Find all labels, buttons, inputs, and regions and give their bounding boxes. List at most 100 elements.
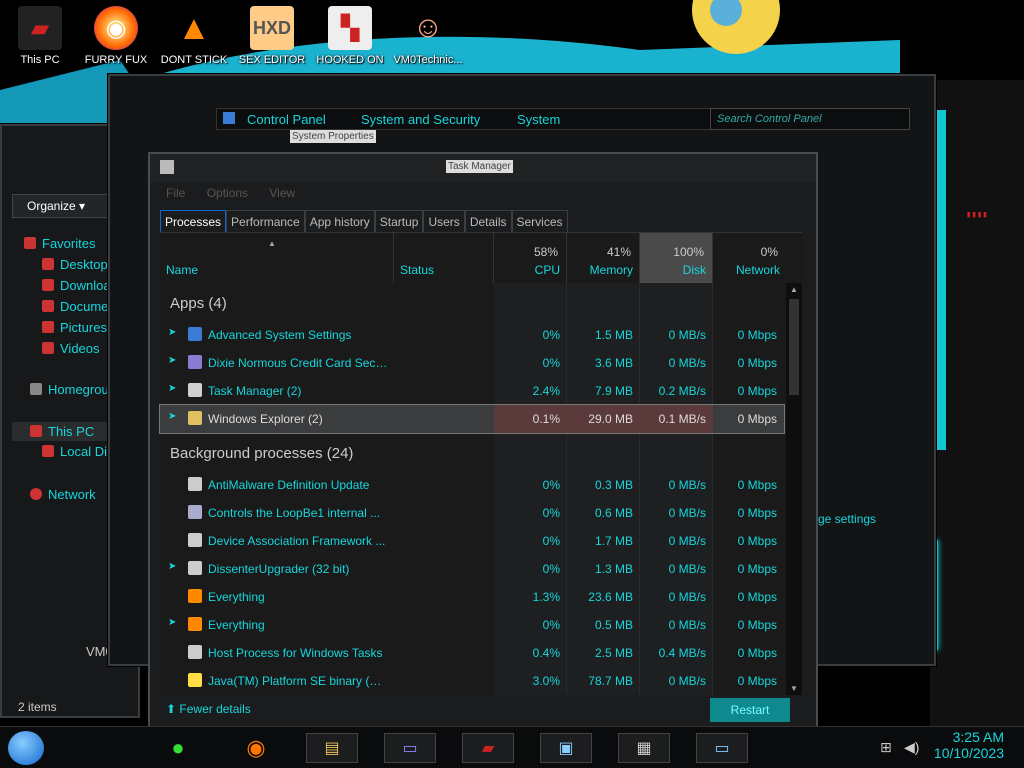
process-name: Advanced System Settings: [208, 328, 352, 342]
crumb-system[interactable]: System: [517, 112, 560, 127]
taskbar-app-settings[interactable]: ▣: [540, 733, 592, 763]
nav-network[interactable]: Network: [30, 487, 96, 502]
table-row[interactable]: ➤ Everything 0% 0.5 MB 0 MB/s 0 Mbps: [160, 611, 784, 639]
col-header-disk[interactable]: 100% Disk: [640, 233, 713, 283]
process-network: 0 Mbps: [737, 506, 777, 520]
process-network: 0 Mbps: [737, 356, 777, 370]
clock[interactable]: 3:25 AM 10/10/2023: [934, 729, 1004, 761]
process-network: 0 Mbps: [737, 478, 777, 492]
search-input[interactable]: Search Control Panel: [710, 108, 910, 130]
col-header-name[interactable]: ▲ Name: [160, 233, 394, 283]
table-row[interactable]: Java(TM) Platform SE binary (32... 3.0% 78…: [160, 667, 784, 695]
process-network: 0 Mbps: [737, 646, 777, 660]
desktop-icon-hooked-on[interactable]: ▚ HOOKED ON: [310, 6, 390, 66]
picture-icon: [42, 321, 54, 333]
menu-options[interactable]: Options: [207, 186, 248, 200]
expand-chevron-icon[interactable]: ➤: [168, 617, 176, 628]
process-disk: 0 MB/s: [668, 590, 706, 604]
col-header-memory[interactable]: 41% Memory: [567, 233, 640, 283]
table-row[interactable]: Host Process for Windows Tasks 0.4% 2.5 MB…: [160, 639, 784, 667]
process-name: Everything: [208, 618, 265, 632]
table-row[interactable]: ➤ Dixie Normous Credit Card Secu... 0% 3.6 …: [160, 349, 784, 377]
menu-file[interactable]: File: [166, 186, 185, 200]
sort-arrow-icon: ▲: [268, 239, 276, 248]
process-memory: 7.9 MB: [594, 384, 633, 398]
desktop-icon-vm0technic[interactable]: ☺ VM0Technic...: [388, 6, 468, 66]
system-icon: [223, 112, 235, 124]
taskbar-app-card[interactable]: ▭: [384, 733, 436, 763]
nav-pictures[interactable]: Pictures: [42, 320, 107, 335]
tab-performance[interactable]: Performance: [226, 210, 305, 232]
fewer-details-button[interactable]: ⬆ Fewer details: [166, 702, 251, 716]
start-button[interactable]: [8, 731, 44, 765]
table-row[interactable]: Everything 1.3% 23.6 MB 0 MB/s 0 Mbps: [160, 583, 784, 611]
deco-readout: ▮▮▮▮: [966, 210, 988, 220]
nav-favorites[interactable]: Favorites: [24, 236, 95, 251]
vertical-scrollbar[interactable]: ▲ ▼: [786, 283, 802, 695]
restart-button[interactable]: Restart: [710, 698, 790, 722]
table-row[interactable]: ➤ Advanced System Settings 0% 1.5 MB 0 MB/s 0…: [160, 321, 784, 349]
desktop-icon-furry-fux[interactable]: ◉ FURRY FUX: [76, 6, 156, 66]
nav-this-pc[interactable]: This PC: [12, 422, 112, 441]
background-group-header: Background processes (24): [170, 445, 354, 462]
crumb-control-panel[interactable]: Control Panel: [247, 112, 326, 127]
table-row[interactable]: ➤ Windows Explorer (2) 0.1% 29.0 MB 0.1 MB/s…: [159, 404, 785, 434]
apps-group-header: Apps (4): [170, 295, 227, 312]
table-row[interactable]: AntiMalware Definition Update 0% 0.3 MB 0 M…: [160, 471, 784, 499]
taskbar-app-red[interactable]: ▰: [462, 733, 514, 763]
taskbar-app-task-manager[interactable]: ▦: [618, 733, 670, 763]
system-properties-title: System Properties: [290, 130, 376, 143]
col-header-status[interactable]: Status: [394, 233, 494, 283]
scroll-thumb[interactable]: [789, 299, 799, 395]
document-icon: [42, 300, 54, 312]
taskbar-app-explorer[interactable]: ▤: [306, 733, 358, 763]
process-memory: 3.6 MB: [594, 356, 633, 370]
taskbar-app-window[interactable]: ▭: [696, 733, 748, 763]
video-icon: [42, 342, 54, 354]
process-disk: 0 MB/s: [668, 506, 706, 520]
expand-chevron-icon[interactable]: ➤: [168, 561, 176, 572]
process-icon: [188, 561, 202, 575]
expand-chevron-icon[interactable]: ➤: [168, 383, 176, 394]
process-disk: 0 MB/s: [668, 618, 706, 632]
desktop-icon-this-pc[interactable]: ▰ This PC: [0, 6, 80, 66]
tab-services[interactable]: Services: [511, 210, 568, 232]
volume-icon[interactable]: ◀): [904, 739, 919, 756]
network-tray-icon[interactable]: ⊞: [880, 739, 892, 756]
tab-startup[interactable]: Startup: [374, 210, 424, 232]
chat-icon: ●: [171, 735, 185, 760]
firefox-icon: ◉: [246, 735, 266, 760]
process-icon: [188, 327, 202, 341]
task-manager-titlebar[interactable]: Task Manager: [150, 154, 816, 182]
process-name: Host Process for Windows Tasks: [208, 646, 383, 660]
nav-videos[interactable]: Videos: [42, 341, 100, 356]
table-row[interactable]: Controls the LoopBe1 internal ... 0% 0.6 M…: [160, 499, 784, 527]
expand-chevron-icon[interactable]: ➤: [168, 411, 176, 422]
col-header-network[interactable]: 0% Network: [713, 233, 786, 283]
table-row[interactable]: Device Association Framework ... 0% 1.7 MB…: [160, 527, 784, 555]
process-name: Java(TM) Platform SE binary (32...: [208, 674, 388, 688]
desktop-icon-dont-stick[interactable]: ▲ DONT STICK: [154, 6, 234, 67]
process-cpu: 0%: [542, 562, 560, 576]
table-row[interactable]: ➤ Task Manager (2) 2.4% 7.9 MB 0.2 MB/s 0 Mbp…: [160, 377, 784, 405]
taskbar-app-chat[interactable]: ●: [152, 733, 204, 763]
col-header-cpu[interactable]: 58% CPU: [494, 233, 567, 283]
tab-users[interactable]: Users: [423, 210, 465, 232]
crumb-system-security[interactable]: System and Security: [361, 112, 480, 127]
vlc-icon: ▲: [177, 8, 211, 47]
table-row[interactable]: ➤ DissenterUpgrader (32 bit) 0% 1.3 MB 0 MB/…: [160, 555, 784, 583]
change-settings-link[interactable]: ge settings: [818, 512, 876, 526]
nav-homegroup[interactable]: Homegroup: [30, 382, 116, 397]
tab-strip: Processes Performance App history Startup Us…: [160, 210, 568, 232]
taskbar-app-firefox[interactable]: ◉: [230, 733, 282, 763]
tab-processes[interactable]: Processes: [160, 210, 227, 232]
expand-chevron-icon[interactable]: ➤: [168, 355, 176, 366]
menu-view[interactable]: View: [269, 186, 295, 200]
scroll-up-icon[interactable]: ▲: [790, 285, 798, 294]
nav-desktop[interactable]: Desktop: [42, 257, 108, 272]
organize-button[interactable]: Organize ▾: [12, 194, 122, 218]
tab-details[interactable]: Details: [464, 210, 512, 232]
expand-chevron-icon[interactable]: ➤: [168, 327, 176, 338]
desktop-icon-sex-editor[interactable]: HXD SEX EDITOR: [232, 6, 312, 66]
tab-app-history[interactable]: App history: [304, 210, 375, 232]
